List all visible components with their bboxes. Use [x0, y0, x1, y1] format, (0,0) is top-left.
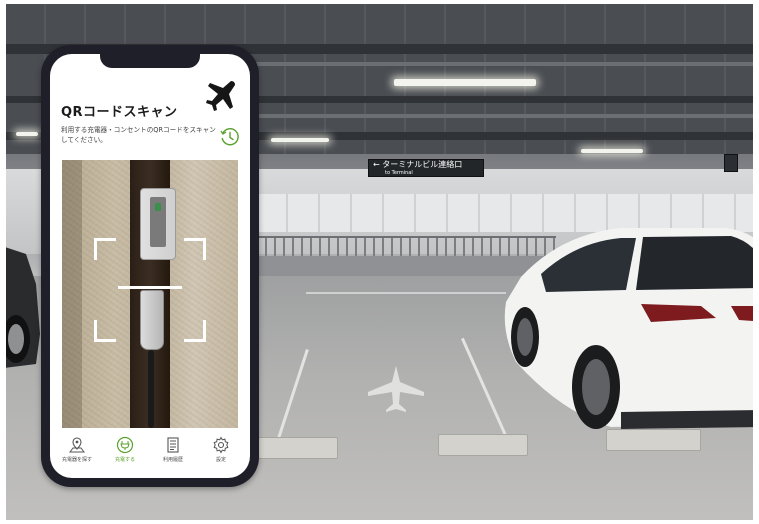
wheel-stop	[258, 437, 338, 459]
scan-frame-corner-tl	[94, 238, 116, 260]
tab-label: 充電器を探す	[61, 457, 92, 463]
sign-subtext: to Terminal	[385, 170, 413, 176]
charger-cable-photo	[148, 350, 154, 428]
terminal-direction-sign: ← ターミナルビル連絡口 to Terminal	[368, 159, 484, 177]
tab-history[interactable]: 利用履歴	[149, 434, 197, 478]
scan-instructions: 利用する充電器・コンセントのQRコードをスキャンしてください。	[61, 126, 216, 144]
tab-find-charger[interactable]: 充電器を探す	[53, 434, 101, 478]
white-car	[504, 228, 753, 429]
scan-frame-corner-tr	[184, 238, 206, 260]
scan-frame-corner-bl	[94, 320, 116, 342]
ceiling-pipe	[236, 62, 753, 66]
ceiling-light	[271, 138, 329, 142]
tab-charge[interactable]: 充電する	[101, 434, 149, 478]
floor-airplane-marking	[368, 366, 424, 412]
bottom-tab-bar: 充電器を探す 充電する 利用履歴 設定	[50, 434, 250, 478]
lane-line	[306, 292, 506, 294]
tab-label: 利用履歴	[162, 457, 183, 463]
gear-icon	[213, 436, 229, 454]
page-title: QRコードスキャン	[61, 105, 178, 120]
ceiling-light	[581, 149, 643, 153]
sign-text: ← ターミナルビル連絡口	[373, 160, 463, 169]
airplane-icon	[206, 81, 235, 111]
scan-line	[118, 286, 182, 289]
charger-plug-photo	[140, 290, 164, 350]
map-pin-icon	[69, 437, 85, 453]
plug-charge-icon	[116, 436, 134, 454]
phone-notch	[100, 54, 200, 68]
tab-label: 充電する	[114, 457, 135, 463]
receipt-icon	[167, 437, 179, 453]
dark-car	[6, 247, 40, 368]
wheel-stop	[438, 434, 528, 456]
ceiling-light	[16, 132, 38, 136]
tab-settings[interactable]: 設定	[197, 434, 245, 478]
scan-frame-corner-br	[184, 320, 206, 342]
ceiling-light	[394, 79, 536, 86]
ev-charger-photo	[140, 188, 176, 260]
sign-small	[724, 154, 738, 172]
wall-shadow	[62, 160, 82, 428]
app-screen: QRコードスキャン 利用する充電器・コンセントのQRコードをスキャンしてください…	[50, 54, 250, 478]
phone-mockup: QRコードスキャン 利用する充電器・コンセントのQRコードをスキャンしてください…	[41, 45, 259, 487]
clock-history-icon[interactable]	[219, 126, 241, 148]
qr-camera-viewfinder[interactable]	[62, 160, 238, 428]
tab-label: 設定	[215, 457, 226, 463]
ceiling-pipe	[256, 114, 753, 118]
